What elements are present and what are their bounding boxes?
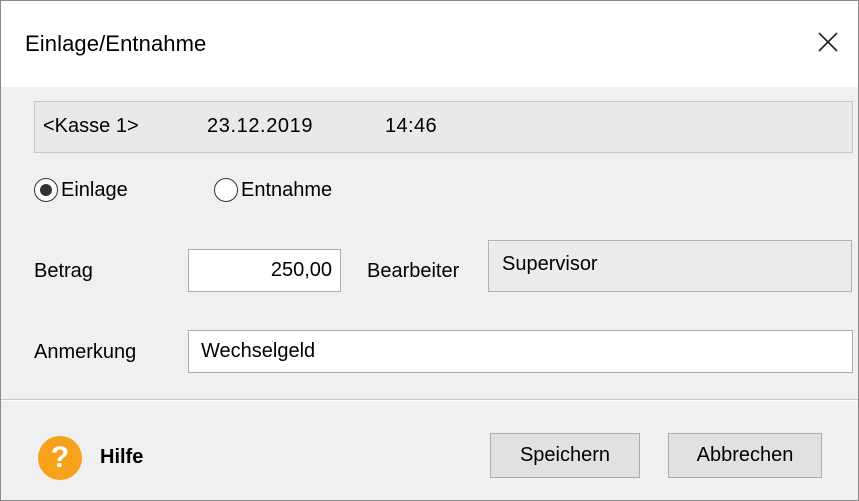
radio-entnahme-label[interactable]: Entnahme	[241, 179, 332, 202]
help-button[interactable]: ?	[38, 436, 82, 480]
note-label: Anmerkung	[34, 341, 137, 363]
radio-einlage-label[interactable]: Einlage	[61, 179, 128, 202]
help-label[interactable]: Hilfe	[100, 446, 143, 469]
operator-field: Supervisor	[488, 240, 852, 292]
register-info-bar: <Kasse 1> 23.12.2019 14:46	[34, 101, 853, 153]
question-icon: ?	[50, 441, 70, 474]
radio-button-unchecked[interactable]	[214, 178, 238, 202]
save-button[interactable]: Speichern	[490, 433, 640, 478]
cancel-button[interactable]: Abbrechen	[668, 433, 822, 478]
info-time: 14:46	[385, 115, 438, 137]
window-title: Einlage/Entnahme	[25, 31, 207, 56]
footer-divider	[1, 399, 858, 401]
title-bar: Einlage/Entnahme	[1, 1, 858, 87]
register-name: <Kasse 1>	[43, 115, 139, 137]
radio-einlage[interactable]: Einlage	[34, 175, 128, 205]
radio-button-checked[interactable]	[34, 178, 58, 202]
amount-label: Betrag	[34, 260, 93, 282]
note-input[interactable]	[188, 330, 853, 373]
operator-label: Bearbeiter	[367, 260, 460, 282]
info-date: 23.12.2019	[207, 115, 314, 137]
radio-entnahme[interactable]: Entnahme	[214, 175, 332, 205]
amount-input[interactable]	[188, 249, 341, 292]
close-button[interactable]	[798, 17, 858, 67]
dialog-window: Einlage/Entnahme <Kasse 1> 23.12.2019 14…	[0, 0, 859, 501]
radio-dot	[40, 184, 52, 196]
close-icon	[818, 32, 838, 52]
